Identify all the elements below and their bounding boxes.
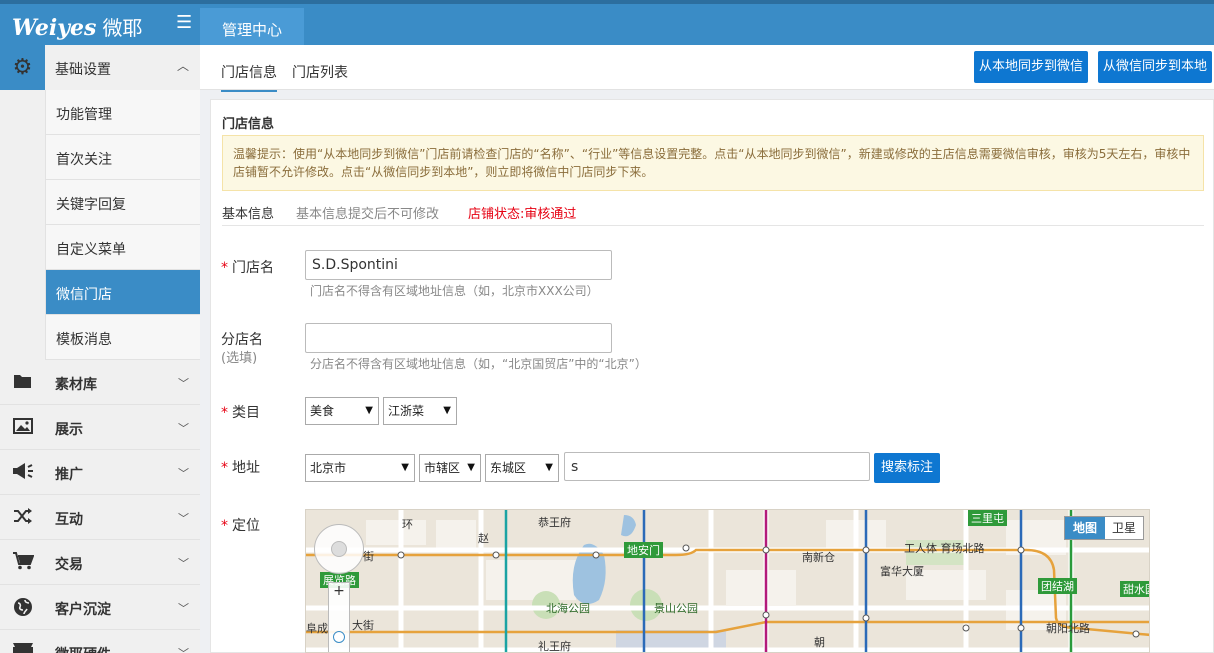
map-label-fuhua: 富华大厦	[880, 565, 924, 578]
sidebar-section-label: 基础设置	[55, 62, 111, 78]
satellite-view-button[interactable]: 卫星	[1105, 517, 1143, 539]
menu-toggle-icon[interactable]: ☰	[176, 12, 192, 33]
sidebar: ⚙ 基础设置 ︿ 功能管理 首次关注 关键字回复 自定义菜单 微信门店 模板消息…	[0, 45, 200, 653]
image-icon	[12, 417, 34, 437]
chevron-down-icon: ﹀	[178, 512, 189, 525]
chevron-down-icon: ﹀	[178, 645, 189, 653]
map-pan-center	[331, 541, 347, 557]
map-zoom-control[interactable]: +	[328, 582, 350, 652]
sidebar-item-interaction[interactable]: 互动 ﹀	[0, 495, 200, 540]
map-label-beihai: 北海公园	[546, 602, 590, 615]
shuffle-icon	[12, 507, 34, 527]
megaphone-icon	[12, 462, 34, 482]
map-label-huan: 环	[402, 518, 413, 531]
sidebar-item-promotion[interactable]: 推广 ﹀	[0, 450, 200, 495]
top-bar: Weiyes 微耶 ☰ 管理中心	[0, 0, 1214, 49]
sidebar-item-display[interactable]: 展示 ﹀	[0, 405, 200, 450]
location-map[interactable]: 恭王府 地安门 南新仓 工人体 育场北路 富华大厦 北海公园 景山公园 礼王府 …	[305, 509, 1150, 653]
city-select[interactable]: 北京市 ▼	[305, 454, 415, 482]
store-name-input[interactable]: S.D.Spontini	[305, 250, 612, 280]
sidebar-item-wechat-store[interactable]: 微信门店	[45, 270, 200, 315]
map-label-liwangfu: 礼王府	[538, 640, 571, 653]
sidebar-item-feature-management[interactable]: 功能管理	[45, 90, 200, 135]
chevron-down-icon: ﹀	[178, 467, 189, 480]
tab-store-info[interactable]: 门店信息	[221, 62, 277, 92]
map-roads	[306, 510, 1149, 652]
district-group-select[interactable]: 市辖区 ▼	[419, 454, 481, 482]
branch-name-optional: (选填)	[221, 351, 258, 366]
sidebar-item-materials[interactable]: 素材库 ﹀	[0, 360, 200, 405]
sidebar-item-keyword-reply[interactable]: 关键字回复	[45, 180, 200, 225]
branch-name-input[interactable]	[305, 323, 612, 353]
gear-icon: ⚙	[0, 45, 45, 90]
district-select[interactable]: 东城区 ▼	[485, 454, 559, 482]
map-type-toggle: 地图 卫星	[1064, 516, 1144, 540]
branch-name-label: 分店名	[221, 332, 263, 348]
map-label-gongwangfu: 恭王府	[538, 516, 571, 529]
location-label: * 定位	[221, 518, 260, 534]
search-mark-button[interactable]: 搜索标注	[874, 453, 940, 483]
branch-name-hint: 分店名不得含有区域地址信息（如，“北京国贸店”中的“北京”）	[310, 357, 647, 371]
tab-store-list[interactable]: 门店列表	[292, 62, 348, 82]
map-label-gongti: 工人体 育场北路	[904, 542, 985, 555]
content-tabs: 门店信息 门店列表 从本地同步到微信 从微信同步到本地	[200, 45, 1214, 92]
map-label-tuanjiehu: 团结湖	[1038, 578, 1077, 594]
map-label-tiananmen: 地安门	[624, 542, 663, 558]
sidebar-item-first-follow[interactable]: 首次关注	[45, 135, 200, 180]
zoom-slider-knob[interactable]	[333, 631, 345, 643]
map-label-jingshan: 景山公园	[654, 602, 698, 615]
basic-info-title: 基本信息	[222, 207, 275, 222]
sidebar-item-custom-menu[interactable]: 自定义菜单	[45, 225, 200, 270]
panel-title: 门店信息	[222, 117, 275, 132]
address-label: * 地址	[221, 460, 260, 476]
map-label-nanxinchang: 南新仓	[802, 551, 835, 564]
map-label-tianshuiyuan: 甜水园	[1120, 581, 1149, 597]
map-label-chao: 朝	[814, 636, 825, 649]
map-pan-control[interactable]	[314, 524, 364, 574]
notice-box: 温馨提示：使用“从本地同步到微信”门店前请检查门店的“名称”、“行业”等信息设置…	[222, 135, 1204, 191]
store-name-label: * 门店名	[221, 260, 274, 276]
zoom-in-icon[interactable]: +	[329, 583, 349, 599]
sidebar-item-hardware[interactable]: 微耶硬件 ﹀	[0, 630, 200, 653]
address-detail-input[interactable]: s	[564, 452, 870, 481]
store-name-hint: 门店名不得含有区域地址信息（如，北京市XXX公司）	[310, 284, 599, 298]
brand-name: Weiyes	[12, 15, 97, 41]
sync-to-wechat-button[interactable]: 从本地同步到微信	[974, 51, 1088, 83]
sync-from-wechat-button[interactable]: 从微信同步到本地	[1098, 51, 1212, 83]
map-label-dajie: 大街	[352, 619, 374, 632]
chevron-down-icon: ﹀	[178, 377, 189, 390]
map-label-zhao: 赵	[478, 532, 489, 545]
folder-icon	[12, 372, 34, 392]
chevron-down-icon: ﹀	[178, 422, 189, 435]
brand-name-cn: 微耶	[102, 16, 143, 40]
sidebar-item-customer-retention[interactable]: 客户沉淀 ﹀	[0, 585, 200, 630]
basic-info-note: 基本信息提交后不可修改	[296, 207, 440, 222]
map-label-sanlitun: 三里屯	[968, 510, 1007, 526]
basic-info-header: 基本信息 基本信息提交后不可修改 店铺状态:审核通过	[222, 201, 1204, 226]
brand-logo[interactable]: Weiyes 微耶	[12, 12, 142, 41]
film-icon	[12, 642, 34, 653]
category-primary-select[interactable]: 美食 ▼	[305, 397, 379, 425]
map-label-jie: 街	[363, 550, 374, 563]
sidebar-item-template-message[interactable]: 模板消息	[45, 315, 200, 360]
map-label-chengren: 阜成	[306, 622, 328, 635]
sidebar-section-basic-settings[interactable]: ⚙ 基础设置 ︿	[0, 45, 200, 90]
cart-icon	[12, 552, 35, 572]
chevron-down-icon: ﹀	[178, 602, 189, 615]
store-status-badge: 店铺状态:审核通过	[468, 207, 577, 222]
map-label-chaoyangbeilu: 朝阳北路	[1046, 622, 1090, 635]
chevron-up-icon: ︿	[177, 59, 190, 73]
category-label: * 类目	[221, 405, 260, 421]
globe-icon	[12, 597, 34, 617]
tab-management-center[interactable]: 管理中心	[200, 8, 304, 49]
sidebar-item-trade[interactable]: 交易 ﹀	[0, 540, 200, 585]
chevron-down-icon: ﹀	[178, 557, 189, 570]
category-secondary-select[interactable]: 江浙菜 ▼	[383, 397, 457, 425]
map-view-button[interactable]: 地图	[1065, 517, 1105, 539]
